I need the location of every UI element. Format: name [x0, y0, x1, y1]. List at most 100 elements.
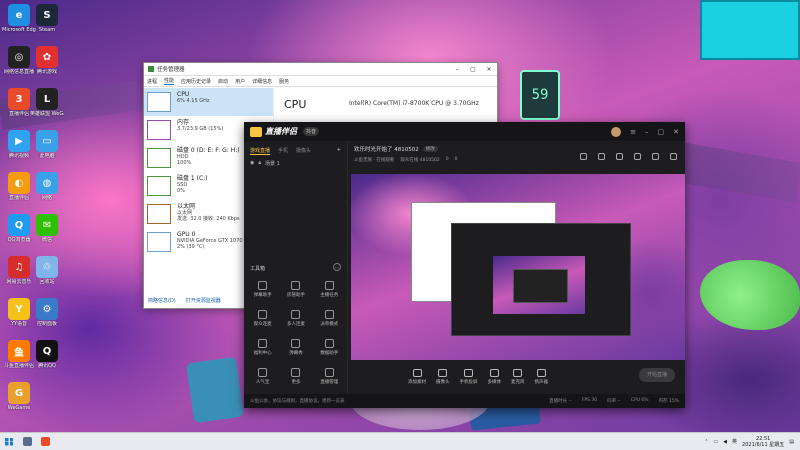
streamer-app-window[interactable]: 直播伴侣 抖音 ≡ – ▢ ✕ 游戏直播 手机 摄像头 + ◉ 🔒︎ 场景 1 …: [244, 122, 685, 408]
tab-camera[interactable]: 摄像头: [296, 147, 311, 155]
tool-button[interactable]: 人气宝: [246, 368, 279, 385]
start-button[interactable]: [0, 433, 18, 450]
close-button[interactable]: ✕: [673, 128, 679, 136]
more-icon[interactable]: …: [333, 263, 341, 271]
lock-icon[interactable]: [598, 153, 605, 160]
tab-processes[interactable]: 进程: [147, 78, 157, 85]
perf-item[interactable]: CPU 6% 4.15 GHz: [144, 88, 273, 116]
tool-icon: [258, 339, 268, 348]
tool-button[interactable]: 房管助手: [279, 281, 312, 298]
green-clock-decoration: 59: [520, 70, 560, 120]
tool-icon: [291, 339, 301, 348]
tab-startup[interactable]: 启动: [218, 78, 228, 85]
fewer-details-link[interactable]: 简略信息(D): [148, 297, 176, 304]
control-button[interactable]: 手机投屏: [460, 369, 478, 385]
ime-indicator[interactable]: 英: [732, 438, 737, 445]
notification-icon[interactable]: ▤: [789, 439, 794, 445]
control-label: 添加素材: [408, 380, 426, 385]
maximize-button[interactable]: ▢: [465, 66, 481, 73]
tool-button[interactable]: 弹幕助手: [246, 281, 279, 298]
menu-icon[interactable]: ≡: [630, 128, 636, 136]
tool-icon: [324, 310, 334, 319]
tab-app-history[interactable]: 应用历史记录: [181, 78, 211, 85]
tool-button[interactable]: 数据助手: [313, 339, 346, 356]
desktop-icon[interactable]: Q 腾讯QQ: [30, 340, 64, 369]
desktop-icon[interactable]: ✿ 腾讯游戏: [30, 46, 64, 75]
tool-button[interactable]: 多人连麦: [279, 310, 312, 327]
tab-users[interactable]: 用户: [235, 78, 245, 85]
taskbar-app-monitor[interactable]: [18, 433, 36, 450]
tool-button[interactable]: 主播任务: [313, 281, 346, 298]
app-icon: ✿: [36, 46, 58, 68]
lock-icon[interactable]: 🔒︎: [258, 160, 261, 167]
control-button[interactable]: 添加素材: [408, 369, 426, 385]
close-button[interactable]: ✕: [481, 66, 497, 73]
status-links[interactable]: 斗鱼公会，协议与规则，直播协议，更新一览表: [250, 398, 345, 404]
tab-services[interactable]: 服务: [279, 78, 289, 85]
likes-count: 0: [445, 157, 449, 162]
volume-icon[interactable]: ◀︎: [723, 439, 727, 445]
tool-button[interactable]: 福利中心: [246, 339, 279, 356]
control-button[interactable]: 扬声器: [535, 369, 548, 385]
avatar[interactable]: [611, 126, 622, 137]
windows-icon: [5, 437, 13, 446]
platform-badge[interactable]: 抖音: [303, 127, 320, 136]
minimize-button[interactable]: –: [449, 66, 465, 73]
desktop-icon[interactable]: ◍ 网络: [30, 172, 64, 201]
add-scene-icon[interactable]: +: [337, 147, 341, 155]
share-icon[interactable]: [670, 153, 677, 160]
stream-header: 欢乐时光开始了 4810502 修改 斗鱼无限 · 在线观看 观众在线 4810…: [348, 141, 685, 174]
control-icon: [513, 369, 523, 377]
desktop-icon[interactable]: S Steam: [30, 4, 64, 33]
taskbar: ⌃ ▭ ◀︎ 英 22:51 2021/6/11 星期五 ▤: [0, 432, 800, 450]
edit-title-button[interactable]: 修改: [422, 146, 438, 152]
taskbar-app-streamer[interactable]: [36, 433, 54, 450]
tool-button[interactable]: 派单模式: [313, 310, 346, 327]
tool-button[interactable]: 更多: [279, 368, 312, 385]
screen-icon[interactable]: [580, 153, 587, 160]
tool-icon: [324, 339, 334, 348]
perf-item-text: CPU 6% 4.15 GHz: [177, 92, 210, 112]
rotate-icon[interactable]: [634, 153, 641, 160]
tool-button[interactable]: 观众连麦: [246, 310, 279, 327]
scene-row[interactable]: ◉ 🔒︎ 场景 1: [244, 158, 347, 169]
stream-preview[interactable]: [351, 174, 685, 360]
open-resource-monitor-link[interactable]: 打开资源监视器: [186, 297, 221, 304]
clock[interactable]: 22:51 2021/6/11 星期五: [742, 436, 784, 448]
streamer-titlebar[interactable]: 直播伴侣 抖音 ≡ – ▢ ✕: [244, 122, 685, 141]
tool-icon: [324, 368, 334, 377]
mirror-icon[interactable]: [616, 153, 623, 160]
tool-button[interactable]: 直播管理: [313, 368, 346, 385]
desktop-icon[interactable]: G WeGame: [2, 382, 36, 411]
control-button[interactable]: 多媒体: [488, 369, 501, 385]
tool-button[interactable]: 弹幕秀: [279, 339, 312, 356]
tab-details[interactable]: 详细信息: [252, 78, 272, 85]
desktop-icon[interactable]: ⚙ 控制面板: [30, 298, 64, 327]
tool-icon: [291, 368, 301, 377]
monitor-icon: [22, 437, 32, 446]
go-live-button[interactable]: 开始直播: [639, 368, 675, 382]
date: 2021/6/11 星期五: [742, 441, 785, 448]
app-icon: G: [8, 382, 30, 404]
eye-icon[interactable]: ◉: [250, 160, 254, 167]
tool-label: 弹幕秀: [289, 351, 303, 356]
network-icon[interactable]: ▭: [713, 439, 718, 445]
status-metric: 码率 --: [607, 399, 621, 404]
desktop-icon-label: 腾讯QQ: [38, 363, 56, 369]
task-manager-titlebar[interactable]: 任务管理器 – ▢ ✕: [144, 63, 497, 76]
app-icon: S: [36, 4, 58, 26]
minimize-button[interactable]: –: [645, 128, 649, 136]
desktop-icon[interactable]: ✉ 微信: [30, 214, 64, 243]
tab-game-live[interactable]: 游戏直播: [250, 147, 271, 155]
control-button[interactable]: 麦克风: [511, 369, 525, 385]
desktop-icon[interactable]: ♲ 回收站: [30, 256, 64, 285]
tab-phone[interactable]: 手机: [278, 147, 288, 155]
desktop-icon[interactable]: L英雄联盟 WeGame版: [30, 88, 64, 117]
desktop-icon[interactable]: ▭ 此电脑: [30, 130, 64, 159]
tab-performance[interactable]: 性能: [164, 77, 175, 85]
control-button[interactable]: 摄像头: [436, 369, 450, 385]
tool-label: 多人连麦: [286, 322, 305, 327]
maximize-button[interactable]: ▢: [658, 128, 665, 136]
bell-icon[interactable]: [652, 153, 659, 160]
up-arrow-icon[interactable]: ⌃: [704, 439, 708, 445]
